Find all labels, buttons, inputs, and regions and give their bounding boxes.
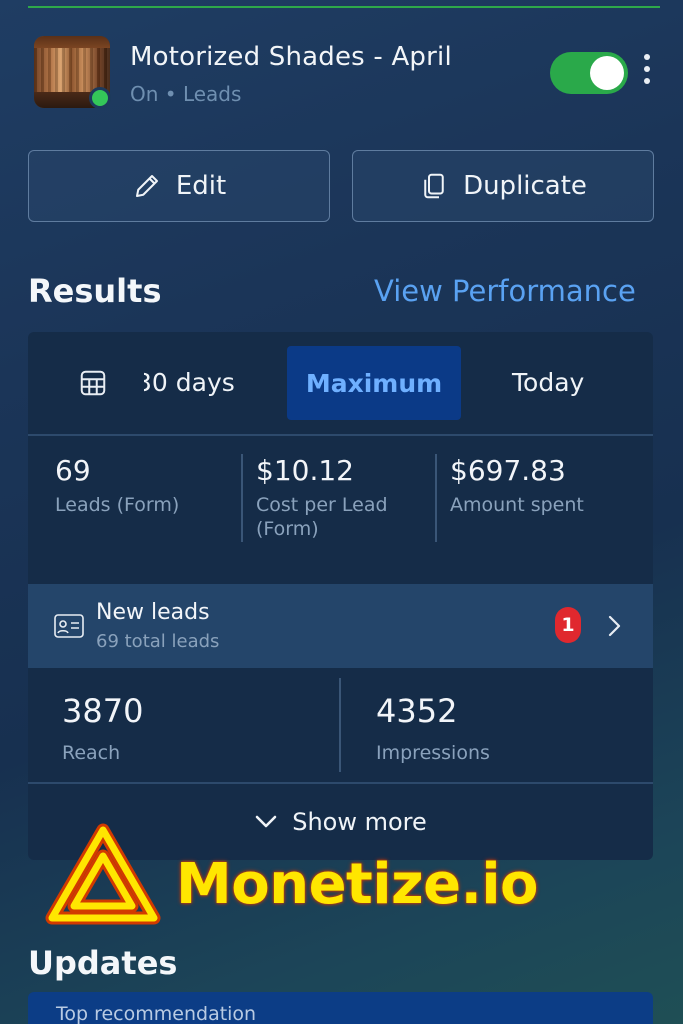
impressions-label: Impressions: [376, 742, 490, 764]
active-status-dot: [89, 87, 111, 109]
more-options-icon[interactable]: [640, 54, 654, 90]
results-heading: Results: [28, 272, 162, 310]
updates-heading: Updates: [28, 944, 178, 982]
campaign-title[interactable]: Motorized Shades - April: [130, 42, 452, 72]
recommendation-label: Top recommendation: [56, 1003, 257, 1024]
tab-maximum[interactable]: Maximum: [287, 346, 461, 420]
metric-label: Cost per Lead (Form): [256, 494, 388, 540]
metric-divider: [435, 454, 437, 542]
campaign-toggle[interactable]: [550, 52, 628, 94]
toggle-knob: [590, 56, 624, 90]
date-range-tabs: 30 days Maximum Today: [28, 332, 653, 436]
tab-30-days[interactable]: 30 days: [144, 368, 254, 397]
duplicate-label: Duplicate: [463, 171, 587, 201]
reach-label: Reach: [62, 742, 121, 764]
reach-value: 3870: [62, 692, 144, 730]
notification-badge: 1: [555, 607, 581, 643]
duplicate-button[interactable]: Duplicate: [352, 150, 654, 222]
tab-today[interactable]: Today: [512, 368, 584, 397]
metric-label: Leads (Form): [55, 494, 180, 516]
pencil-icon: [135, 175, 158, 197]
watermark-logo: Monetize.io: [44, 822, 539, 934]
reach-impressions-row: 3870 Reach 4352 Impressions: [28, 668, 653, 784]
view-performance-link[interactable]: View Performance: [374, 274, 636, 308]
top-divider: [28, 6, 660, 8]
metric-divider: [339, 678, 341, 772]
metric-cost-per-lead: $10.12 Cost per Lead (Form): [256, 454, 416, 541]
contact-card-icon: [54, 614, 84, 638]
new-leads-row[interactable]: New leads 69 total leads 1: [28, 584, 653, 668]
monetize-logo-icon: [45, 823, 161, 925]
chevron-right-icon: [608, 615, 621, 637]
campaign-header: Motorized Shades - April On • Leads: [34, 36, 659, 110]
metrics-row: 69 Leads (Form) $10.12 Cost per Lead (Fo…: [28, 436, 653, 584]
subtitle-separator: •: [164, 82, 177, 106]
metric-leads: 69 Leads (Form): [55, 454, 179, 517]
metric-divider: [241, 454, 243, 542]
impressions-value: 4352: [376, 692, 458, 730]
campaign-subtitle: On • Leads: [130, 82, 241, 106]
new-leads-subtitle: 69 total leads: [96, 631, 220, 652]
edit-button[interactable]: Edit: [28, 150, 330, 222]
duplicate-icon: [424, 173, 444, 199]
edit-label: Edit: [175, 171, 227, 201]
results-card: 30 days Maximum Today 69 Leads (Form) $1…: [28, 332, 653, 860]
metric-label: Amount spent: [450, 494, 584, 516]
new-leads-title: New leads: [96, 600, 210, 625]
objective-text: Leads: [182, 82, 242, 106]
status-text: On: [130, 82, 159, 106]
calendar-icon[interactable]: [78, 368, 108, 398]
metric-value: 69: [55, 454, 91, 487]
metric-amount-spent: $697.83 Amount spent: [450, 454, 584, 517]
watermark-text: Monetize.io: [176, 852, 539, 917]
top-recommendation-card[interactable]: Top recommendation: [28, 992, 653, 1024]
metric-value: $10.12: [256, 454, 354, 487]
metric-value: $697.83: [450, 454, 566, 487]
